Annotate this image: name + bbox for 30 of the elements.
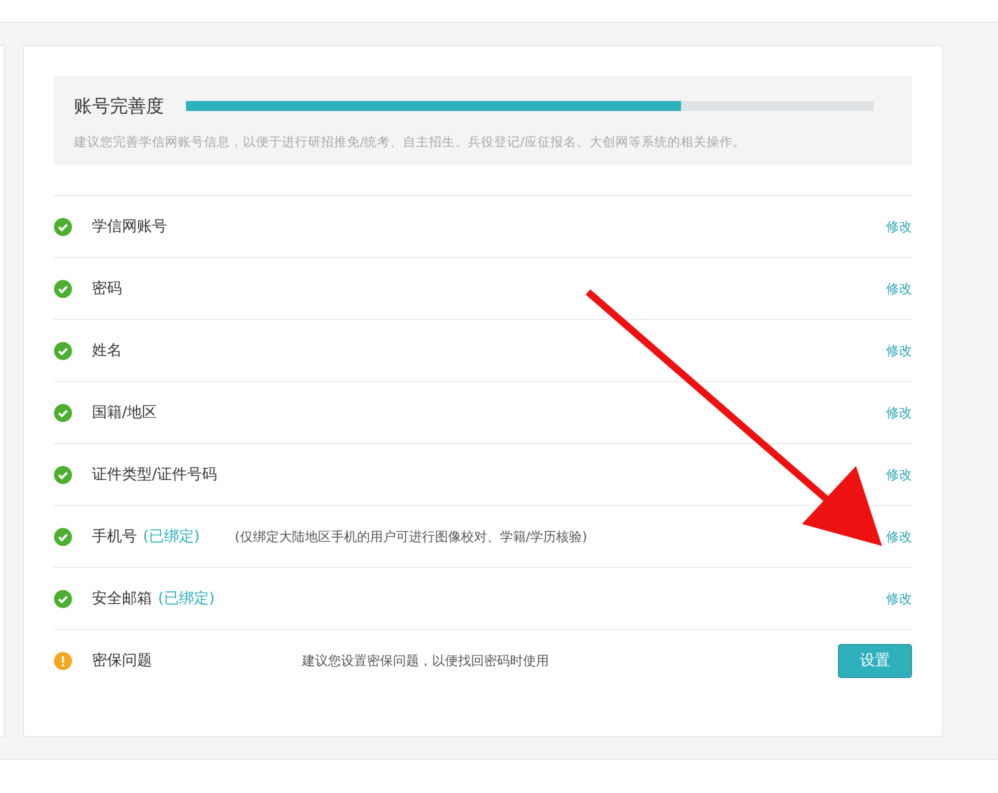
- item-label: 国籍/地区: [92, 403, 158, 422]
- completeness-title: 账号完善度: [74, 95, 164, 118]
- check-icon: [54, 342, 72, 360]
- warning-icon: [54, 652, 72, 670]
- item-note: (仅绑定大陆地区手机的用户可进行图像校对、学籍/学历核验): [234, 528, 588, 546]
- check-icon: [54, 280, 72, 298]
- edit-link[interactable]: 修改: [886, 590, 912, 608]
- check-icon: [54, 466, 72, 484]
- item-label: 手机号: [92, 527, 137, 546]
- check-icon: [54, 218, 72, 236]
- check-icon: [54, 528, 72, 546]
- item-note: 建议您设置密保问题，以便找回密码时使用: [302, 652, 549, 670]
- edit-link[interactable]: 修改: [886, 280, 912, 298]
- edit-link[interactable]: 修改: [886, 218, 912, 236]
- edit-link[interactable]: 修改: [886, 528, 912, 546]
- bound-tag: (已绑定): [143, 527, 200, 546]
- set-button[interactable]: 设置: [838, 644, 912, 678]
- bound-tag: (已绑定): [158, 589, 215, 608]
- item-label: 密码: [92, 279, 122, 298]
- item-label: 证件类型/证件号码: [92, 465, 218, 484]
- check-icon: [54, 590, 72, 608]
- edit-link[interactable]: 修改: [886, 466, 912, 484]
- item-label: 密保问题: [92, 651, 152, 670]
- item-label: 安全邮箱: [92, 589, 152, 608]
- item-label: 姓名: [92, 341, 122, 360]
- completeness-hint: 建议您完善学信网账号信息，以便于进行研招推免/统考、自主招生、兵役登记/应征报名、大创网等系统的相关操作。: [74, 134, 746, 151]
- edit-link[interactable]: 修改: [886, 342, 912, 360]
- item-label: 学信网账号: [92, 217, 167, 236]
- check-icon: [54, 404, 72, 422]
- edit-link[interactable]: 修改: [886, 404, 912, 422]
